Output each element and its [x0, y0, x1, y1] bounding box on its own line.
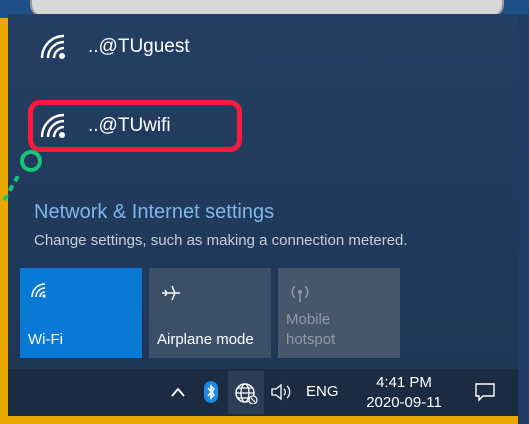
network-settings-link[interactable]: Network & Internet settings [34, 201, 274, 224]
wifi-icon [31, 283, 46, 298]
globe-icon [235, 383, 258, 404]
clock[interactable]: 4:41 PM 2020-09-11 [354, 373, 454, 413]
annotation-marker [20, 150, 42, 172]
clock-time: 4:41 PM [376, 374, 432, 391]
network-item-tuguest[interactable]: ..@TUguest [8, 14, 525, 74]
quick-action-label: Mobile hotspot [286, 311, 336, 348]
wifi-signal-icon [40, 34, 65, 59]
volume-icon[interactable] [270, 383, 294, 401]
clock-date: 2020-09-11 [366, 394, 442, 411]
language-indicator[interactable]: ENG [306, 383, 339, 400]
network-name: ..@TUguest [88, 36, 190, 57]
network-flyout: ..@TUguest ..@TUwifi Network & Internet … [8, 14, 525, 369]
highlight-box [28, 100, 242, 152]
bluetooth-icon[interactable] [204, 381, 218, 403]
quick-action-label: Airplane mode [157, 331, 254, 348]
airplane-icon [162, 285, 180, 301]
quick-action-airplane-mode[interactable]: Airplane mode [149, 268, 271, 358]
network-settings-description: Change settings, such as making a connec… [34, 232, 408, 249]
network-tray-button[interactable] [228, 371, 264, 414]
window-edge [518, 14, 529, 424]
quick-action-mobile-hotspot[interactable]: Mobile hotspot [278, 268, 400, 358]
hotspot-icon [291, 285, 309, 302]
annotation-connector [0, 176, 20, 205]
taskbar: ENG 4:41 PM 2020-09-11 [8, 369, 518, 416]
action-center-icon[interactable] [474, 381, 496, 403]
quick-action-wifi[interactable]: Wi-Fi [20, 268, 142, 358]
chevron-up-icon[interactable] [170, 386, 186, 398]
quick-action-label: Wi-Fi [28, 331, 63, 348]
